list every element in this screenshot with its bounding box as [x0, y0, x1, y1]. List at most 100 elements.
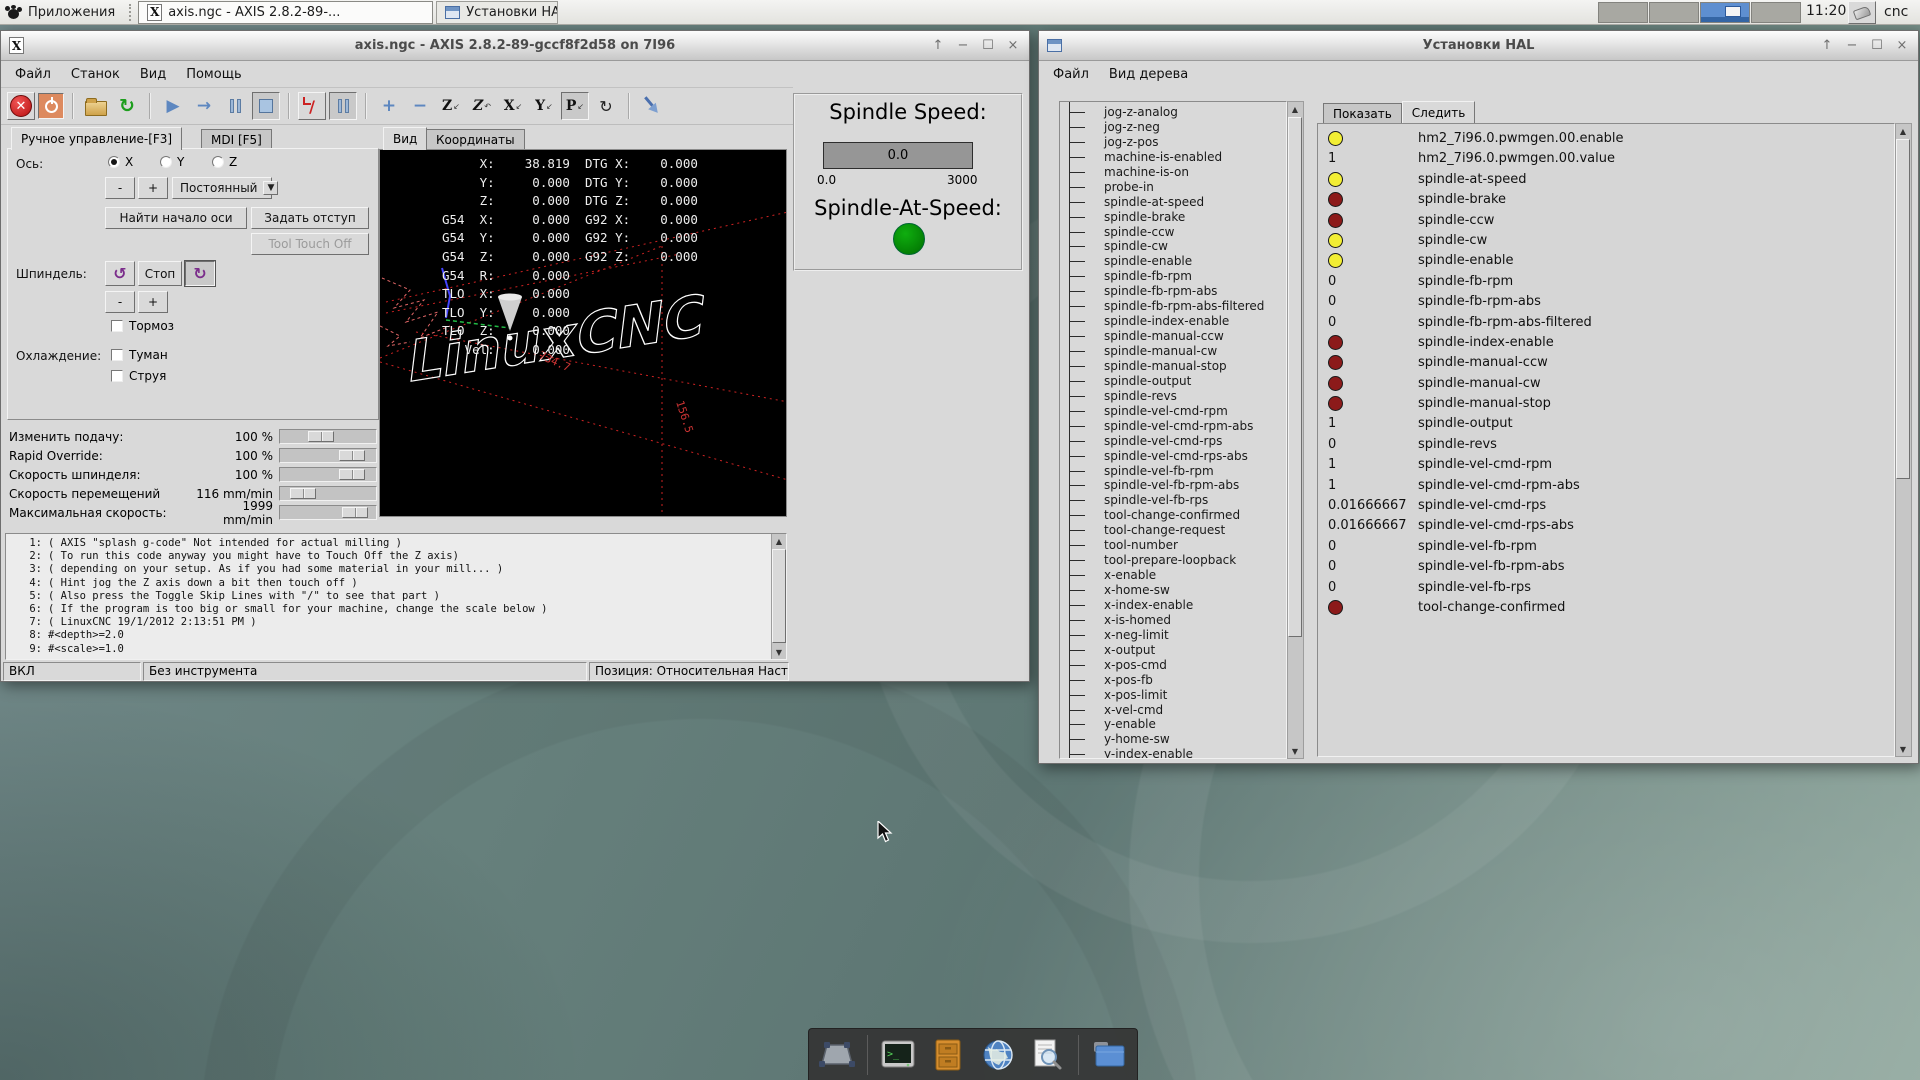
- web-browser-button[interactable]: [978, 1035, 1018, 1075]
- hal-tree-item[interactable]: spindle-brake: [1060, 210, 1286, 225]
- hal-menu-file[interactable]: Файл: [1043, 64, 1099, 85]
- scroll-up-icon[interactable]: ▲: [1896, 124, 1910, 138]
- hal-tree-item[interactable]: x-index-enable: [1060, 598, 1286, 613]
- watch-row[interactable]: spindle-manual-stop: [1318, 395, 1894, 415]
- tab-dro[interactable]: Координаты: [426, 129, 525, 150]
- run-button[interactable]: ▶: [159, 92, 187, 120]
- spindle-slower-button[interactable]: -: [105, 291, 135, 313]
- hal-tree-item[interactable]: spindle-vel-fb-rps: [1060, 493, 1286, 508]
- machine-power-button[interactable]: [38, 93, 64, 119]
- axis-radio-z[interactable]: Z: [212, 155, 237, 169]
- watch-row[interactable]: spindle-brake: [1318, 191, 1894, 211]
- scroll-up-icon[interactable]: ▲: [772, 534, 786, 548]
- watch-row[interactable]: 0 spindle-fb-rpm-abs-filtered: [1318, 314, 1894, 334]
- hal-tree-item[interactable]: spindle-manual-ccw: [1060, 329, 1286, 344]
- hal-tree-item[interactable]: machine-is-on: [1060, 165, 1286, 180]
- hal-tree-item[interactable]: jog-z-analog: [1060, 105, 1286, 120]
- gcode-scrollbar[interactable]: ▲ ▼: [771, 534, 786, 659]
- hal-titlebar[interactable]: Установки HAL ↑ − ☐ ×: [1039, 31, 1918, 61]
- close-button[interactable]: ×: [1005, 38, 1021, 53]
- hal-watch-scrollbar[interactable]: ▲ ▼: [1895, 123, 1912, 757]
- axis-titlebar[interactable]: X axis.ngc - AXIS 2.8.2-89-gccf8f2d58 on…: [1, 31, 1029, 61]
- maximize-button[interactable]: ☐: [1869, 38, 1885, 53]
- menu-file[interactable]: Файл: [5, 64, 61, 85]
- hal-watch-panel[interactable]: hm2_7i96.0.pwmgen.00.enable 1 hm2_7i96.0…: [1317, 123, 1895, 757]
- hal-pin-tree[interactable]: jog-z-analogjog-z-negjog-z-posmachine-is…: [1059, 101, 1287, 759]
- watch-row[interactable]: spindle-at-speed: [1318, 171, 1894, 191]
- tool-touch-off-button[interactable]: Tool Touch Off: [251, 233, 369, 255]
- watch-row[interactable]: tool-change-confirmed: [1318, 599, 1894, 619]
- scrollbar-thumb[interactable]: [1896, 139, 1910, 479]
- override-slider[interactable]: [279, 467, 377, 482]
- tab-show[interactable]: Показать: [1323, 103, 1402, 123]
- slider-handle[interactable]: [339, 469, 365, 480]
- hal-tree-item[interactable]: tool-change-request: [1060, 523, 1286, 538]
- applications-menu-button[interactable]: Приложения: [0, 1, 125, 24]
- gcode-line[interactable]: 4:( Hint jog the Z axis down a bit then …: [12, 577, 769, 590]
- hal-tree-item[interactable]: spindle-ccw: [1060, 225, 1286, 240]
- scroll-up-icon[interactable]: ▲: [1288, 102, 1302, 116]
- watch-row[interactable]: 0 spindle-vel-fb-rpm-abs: [1318, 558, 1894, 578]
- maximize-button[interactable]: ☐: [980, 38, 996, 53]
- watch-row[interactable]: 0.01666667 spindle-vel-cmd-rps-abs: [1318, 517, 1894, 537]
- hal-tree-item[interactable]: tool-change-confirmed: [1060, 508, 1286, 523]
- axis-radio-x[interactable]: X: [108, 155, 133, 169]
- home-axis-button[interactable]: Найти начало оси: [105, 207, 247, 229]
- hal-tree-item[interactable]: spindle-vel-fb-rpm-abs: [1060, 478, 1286, 493]
- close-button[interactable]: ×: [1894, 38, 1910, 53]
- shade-button[interactable]: ↑: [1819, 38, 1835, 53]
- gcode-line[interactable]: 5:( Also press the Toggle Skip Lines wit…: [12, 590, 769, 603]
- reload-button[interactable]: ↻: [113, 92, 141, 120]
- tab-preview[interactable]: Вид: [383, 127, 427, 150]
- gcode-line[interactable]: 8:#<depth>=2.0: [12, 629, 769, 642]
- rotate-view-button[interactable]: ↻: [592, 92, 620, 120]
- tray-screenshot-button[interactable]: [1848, 1, 1876, 24]
- gcode-line[interactable]: 9:#<scale>=1.0: [12, 643, 769, 656]
- hal-tree-item[interactable]: x-output: [1060, 643, 1286, 658]
- hal-tree-item[interactable]: y-home-sw: [1060, 732, 1286, 747]
- mist-checkbox[interactable]: Туман: [111, 348, 168, 362]
- hal-tree-item[interactable]: spindle-output: [1060, 374, 1286, 389]
- override-slider[interactable]: [279, 505, 377, 520]
- hal-tree-item[interactable]: x-vel-cmd: [1060, 703, 1286, 718]
- stop-button[interactable]: [252, 92, 280, 120]
- hal-tree-item[interactable]: spindle-fb-rpm: [1060, 269, 1286, 284]
- hal-tree-item[interactable]: x-pos-cmd: [1060, 658, 1286, 673]
- gcode-line[interactable]: 3:( depending on your setup. As if you h…: [12, 563, 769, 576]
- hal-tree-item[interactable]: spindle-vel-fb-rpm: [1060, 464, 1286, 479]
- tab-mdi[interactable]: MDI [F5]: [201, 129, 272, 150]
- hal-tree-item[interactable]: spindle-vel-cmd-rpm-abs: [1060, 419, 1286, 434]
- clear-plot-button[interactable]: [638, 92, 666, 120]
- step-button[interactable]: →: [190, 92, 218, 120]
- view-y-button[interactable]: Y↙: [530, 92, 558, 120]
- workspace-4[interactable]: [1751, 2, 1801, 23]
- gcode-line[interactable]: 7:( LinuxCNC 19/1/2012 2:13:51 PM ): [12, 616, 769, 629]
- hal-tree-item[interactable]: spindle-fb-rpm-abs: [1060, 284, 1286, 299]
- view-x-button[interactable]: X↙: [499, 92, 527, 120]
- flood-checkbox[interactable]: Струя: [111, 369, 166, 383]
- menu-view[interactable]: Вид: [130, 64, 176, 85]
- workspace-1[interactable]: [1598, 2, 1648, 23]
- watch-row[interactable]: 1 spindle-vel-cmd-rpm-abs: [1318, 477, 1894, 497]
- scrollbar-thumb[interactable]: [1288, 117, 1302, 637]
- slider-handle[interactable]: [308, 431, 334, 442]
- hal-tree-item[interactable]: tool-number: [1060, 538, 1286, 553]
- slider-handle[interactable]: [290, 488, 316, 499]
- open-file-button[interactable]: [82, 92, 110, 120]
- hal-tree-item[interactable]: spindle-vel-cmd-rps-abs: [1060, 449, 1286, 464]
- hal-tree-item[interactable]: spindle-fb-rpm-abs-filtered: [1060, 299, 1286, 314]
- hal-tree-item[interactable]: x-pos-limit: [1060, 688, 1286, 703]
- watch-row[interactable]: spindle-enable: [1318, 252, 1894, 272]
- watch-row[interactable]: hm2_7i96.0.pwmgen.00.enable: [1318, 130, 1894, 150]
- watch-row[interactable]: 0 spindle-vel-fb-rps: [1318, 579, 1894, 599]
- watch-row[interactable]: 0 spindle-fb-rpm: [1318, 273, 1894, 293]
- override-slider[interactable]: [279, 486, 377, 501]
- hal-tree-item[interactable]: x-enable: [1060, 568, 1286, 583]
- watch-row[interactable]: 1 spindle-vel-cmd-rpm: [1318, 456, 1894, 476]
- watch-row[interactable]: 1 hm2_7i96.0.pwmgen.00.value: [1318, 150, 1894, 170]
- override-slider[interactable]: [279, 448, 377, 463]
- axis-radio-y[interactable]: Y: [160, 155, 184, 169]
- estop-button[interactable]: ✕: [7, 92, 35, 120]
- watch-row[interactable]: spindle-manual-ccw: [1318, 354, 1894, 374]
- tab-manual-control[interactable]: Ручное управление-[F3]: [11, 127, 182, 150]
